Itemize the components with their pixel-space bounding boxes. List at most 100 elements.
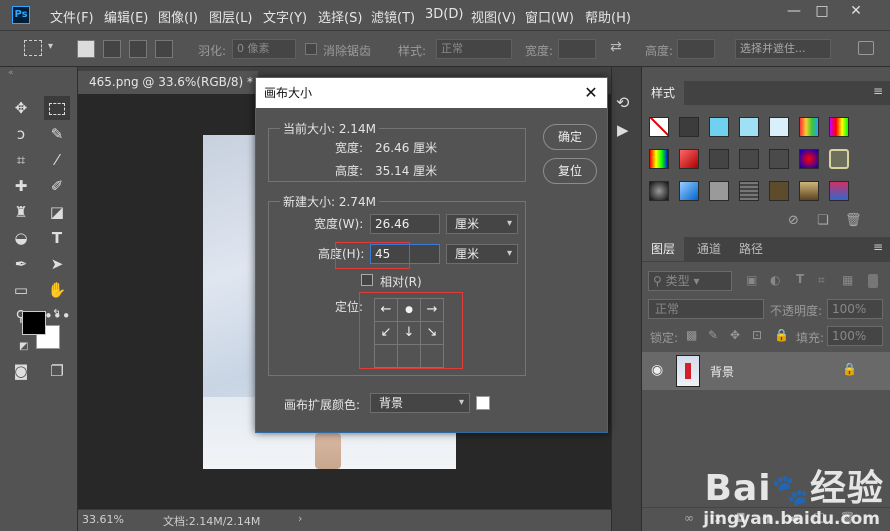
menu-select[interactable]: 选择(S): [318, 7, 362, 26]
hand-tool-icon[interactable]: ✋: [44, 278, 70, 302]
maximize-icon[interactable]: □: [808, 1, 836, 23]
tab-paths[interactable]: 路径: [730, 237, 772, 261]
menu-image[interactable]: 图像(I): [158, 7, 198, 26]
history-icon[interactable]: ⟲: [616, 93, 629, 112]
menu-window[interactable]: 窗口(W): [525, 7, 574, 26]
clear-style-icon[interactable]: ⊘: [788, 213, 799, 228]
reset-button[interactable]: 复位: [543, 158, 597, 184]
menu-help[interactable]: 帮助(H): [585, 7, 631, 26]
delete-style-icon[interactable]: 🗑: [845, 213, 862, 228]
menu-type[interactable]: 文字(Y): [263, 7, 307, 26]
style-select[interactable]: 正常: [436, 39, 512, 59]
layer-filter-select[interactable]: ⚲ 类型 ▾: [648, 271, 732, 291]
style-swatch[interactable]: [649, 149, 669, 169]
tab-styles[interactable]: 样式: [642, 81, 685, 105]
lock-pixels-icon[interactable]: ▩: [686, 328, 697, 342]
ext-color-select[interactable]: 背景 ▾: [370, 393, 470, 413]
clone-stamp-tool-icon[interactable]: ♜: [8, 200, 34, 224]
panel-menu-icon[interactable]: ≡: [873, 84, 883, 98]
anchor-cell-middle-left[interactable]: ↙: [375, 322, 398, 345]
filter-pixel-icon[interactable]: ▣: [746, 273, 757, 287]
minimize-icon[interactable]: —: [780, 1, 808, 23]
blend-mode-select[interactable]: 正常: [648, 299, 764, 319]
collapse-icon[interactable]: «: [8, 68, 14, 78]
fill-input[interactable]: 100%: [827, 326, 883, 346]
lock-paint-icon[interactable]: ✎: [708, 328, 718, 342]
style-swatch[interactable]: [709, 149, 729, 169]
menu-filter[interactable]: 滤镜(T): [371, 7, 415, 26]
anchor-cell-top-left[interactable]: ←: [375, 299, 398, 322]
opacity-input[interactable]: 100%: [827, 299, 883, 319]
antialias-checkbox[interactable]: [305, 43, 317, 55]
style-swatch[interactable]: [739, 149, 759, 169]
lasso-tool-icon[interactable]: ↄ: [8, 122, 34, 146]
anchor-cell-bottom-right[interactable]: [421, 345, 444, 368]
marquee-preset-icon[interactable]: [24, 40, 42, 56]
style-swatch[interactable]: [799, 117, 819, 137]
select-and-mask-button[interactable]: 选择并遮住...: [735, 39, 831, 59]
paint-bucket-tool-icon[interactable]: ◒: [8, 226, 34, 250]
filter-adjust-icon[interactable]: ◐: [770, 273, 780, 287]
add-selection-icon[interactable]: [103, 40, 121, 58]
lock-artboard-icon[interactable]: ⊡: [752, 328, 762, 342]
new-selection-icon[interactable]: [77, 40, 95, 58]
new-style-icon[interactable]: ❏: [817, 213, 829, 228]
style-swatch[interactable]: [679, 117, 699, 137]
brush-tool-icon[interactable]: ✐: [44, 174, 70, 198]
healing-brush-tool-icon[interactable]: ✚: [8, 174, 34, 198]
filter-shape-icon[interactable]: ⌗: [818, 273, 825, 288]
crop-tool-icon[interactable]: ⌗: [8, 148, 34, 172]
style-swatch[interactable]: [679, 181, 699, 201]
style-swatch[interactable]: [829, 117, 849, 137]
tab-channels[interactable]: 通道: [688, 237, 730, 261]
feather-input[interactable]: 0 像素: [232, 39, 296, 59]
anchor-cell-bottom-center[interactable]: [398, 345, 421, 368]
default-colors-icon[interactable]: ◩: [19, 341, 28, 352]
eraser-tool-icon[interactable]: ◪: [44, 200, 70, 224]
style-swatch[interactable]: [769, 117, 789, 137]
chevron-down-icon[interactable]: ▾: [48, 41, 53, 52]
width-input[interactable]: [558, 39, 596, 59]
style-swatch[interactable]: [739, 181, 759, 201]
anchor-cell-bottom-left[interactable]: [375, 345, 398, 368]
menu-layer[interactable]: 图层(L): [209, 7, 252, 26]
filter-toggle-icon[interactable]: [868, 274, 878, 288]
lock-position-icon[interactable]: ✥: [730, 328, 740, 342]
ok-button[interactable]: 确定: [543, 124, 597, 150]
swap-colors-icon[interactable]: ↰: [52, 307, 61, 320]
link-layers-icon[interactable]: ∞: [684, 511, 694, 525]
style-swatch[interactable]: [829, 149, 849, 169]
type-tool-icon[interactable]: T: [44, 226, 70, 250]
style-swatch[interactable]: [769, 181, 789, 201]
quick-mask-icon[interactable]: ◙: [8, 359, 34, 383]
style-swatch[interactable]: [649, 181, 669, 201]
dialog-close-icon[interactable]: ✕: [581, 83, 601, 103]
rectangle-tool-icon[interactable]: ▭: [8, 278, 34, 302]
close-icon[interactable]: ✕: [842, 1, 870, 23]
anchor-cell-center[interactable]: ↓: [398, 322, 421, 345]
style-swatch[interactable]: [709, 117, 729, 137]
layer-name[interactable]: 背景: [710, 363, 734, 380]
width-unit-select[interactable]: 厘米 ▾: [446, 214, 518, 234]
style-swatch[interactable]: [709, 181, 729, 201]
style-swatch[interactable]: [679, 149, 699, 169]
subtract-selection-icon[interactable]: [129, 40, 147, 58]
pen-tool-icon[interactable]: ✒: [8, 252, 34, 276]
new-width-input[interactable]: 26.46: [370, 214, 440, 234]
style-swatch[interactable]: [799, 181, 819, 201]
zoom-level[interactable]: 33.61%: [82, 513, 124, 526]
screen-mode-icon[interactable]: ❐: [44, 359, 70, 383]
anchor-cell-middle-right[interactable]: ↘: [421, 322, 444, 345]
style-swatch-none[interactable]: [649, 117, 669, 137]
eyedropper-tool-icon[interactable]: ⁄: [44, 148, 70, 172]
style-swatch[interactable]: [769, 149, 789, 169]
menu-3d[interactable]: 3D(D): [425, 7, 463, 22]
style-swatch[interactable]: [829, 181, 849, 201]
filter-type-icon[interactable]: T: [796, 272, 804, 286]
tab-layers[interactable]: 图层: [642, 237, 685, 261]
marquee-tool-icon[interactable]: [44, 96, 70, 120]
move-tool-icon[interactable]: ✥: [8, 96, 34, 120]
camera-icon[interactable]: [858, 41, 874, 55]
eye-icon[interactable]: ◉: [651, 362, 663, 378]
swap-icon[interactable]: ⇄: [610, 39, 622, 55]
